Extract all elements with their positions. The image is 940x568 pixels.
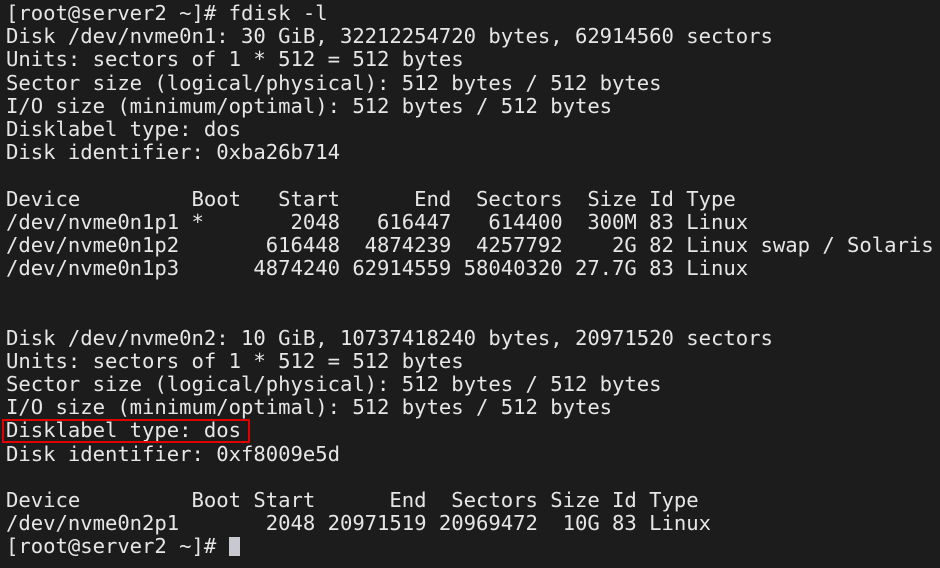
command-line: [root@server2 ~]# fdisk -l: [6, 1, 940, 25]
partition-row: /dev/nvme0n2p1 2048 20971519 20969472 10…: [6, 511, 712, 536]
cursor[interactable]: [228, 537, 240, 557]
partition-row: /dev/nvme0n1p3 4874240 62914559 58040320…: [6, 256, 749, 281]
disk1-identifier: Disk identifier: 0xba26b714: [6, 140, 340, 165]
partition-row: /dev/nvme0n1p1 * 2048 616447 614400 300M…: [6, 209, 749, 234]
disk2-units: Units: sectors of 1 * 512 = 512 bytes: [6, 348, 464, 373]
disk1-header: Disk /dev/nvme0n1: 30 GiB, 32212254720 b…: [6, 24, 773, 49]
disk2-disklabel: Disklabel type: dos: [6, 418, 242, 443]
disk1-io-size: I/O size (minimum/optimal): 512 bytes / …: [6, 93, 613, 118]
disk2-io-size: I/O size (minimum/optimal): 512 bytes / …: [6, 395, 613, 420]
disk2-header: Disk /dev/nvme0n2: 10 GiB, 10737418240 b…: [6, 325, 773, 350]
terminal-window[interactable]: [root@server2 ~]# fdisk -l Disk /dev/nvm…: [2, 1, 940, 568]
command-text: fdisk -l: [228, 1, 328, 25]
disk1-sector-size: Sector size (logical/physical): 512 byte…: [6, 70, 662, 95]
disk1-partition-table-header: Device Boot Start End Sectors Size Id Ty…: [6, 186, 736, 211]
prompt: [root@server2 ~]#: [6, 1, 229, 25]
disk2-disklabel-wrapper: Disklabel type: dos: [2, 418, 940, 444]
prompt: [root@server2 ~]#: [6, 534, 229, 559]
disk2-identifier: Disk identifier: 0xf8009e5d: [6, 441, 340, 466]
disk1-disklabel: Disklabel type: dos: [6, 116, 242, 141]
disk1-units: Units: sectors of 1 * 512 = 512 bytes: [6, 47, 464, 72]
prompt-line[interactable]: [root@server2 ~]#: [6, 535, 940, 558]
disk2-sector-size: Sector size (logical/physical): 512 byte…: [6, 372, 662, 396]
disk2-partition-table-header: Device Boot Start End Sectors Size Id Ty…: [6, 487, 699, 512]
partition-row: /dev/nvme0n1p2 616448 4874239 4257792 2G…: [6, 232, 934, 257]
